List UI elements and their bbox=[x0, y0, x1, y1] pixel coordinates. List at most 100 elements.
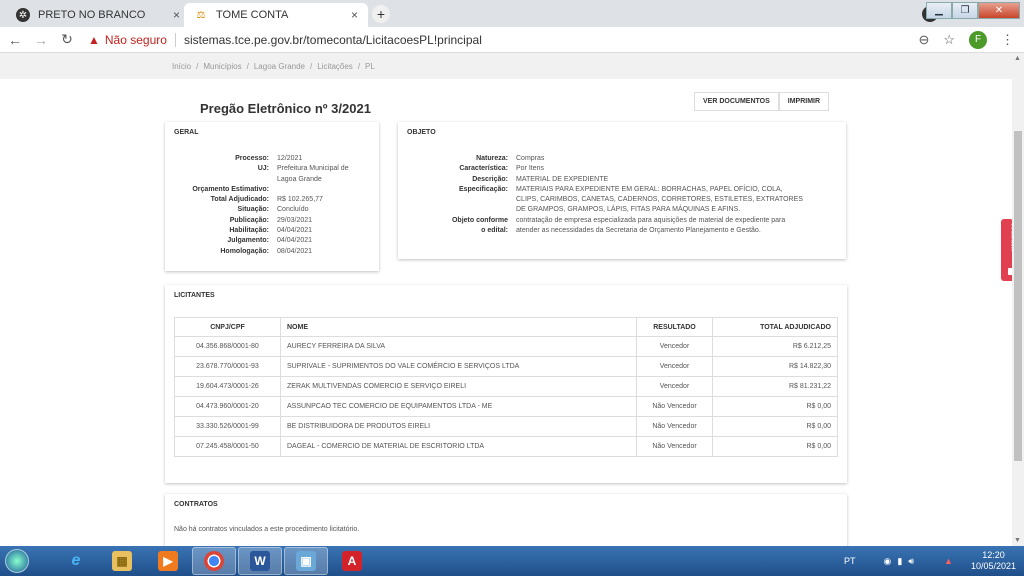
cnpj-cell: 23.678.770/0001-93 bbox=[174, 356, 281, 377]
clock[interactable]: 12:20 10/05/2021 bbox=[971, 550, 1016, 572]
table-row: 23.678.770/0001-93 SUPRIVALE - SUPRIMENT… bbox=[174, 356, 838, 377]
url-field[interactable]: sistemas.tce.pe.gov.br/tomeconta/Licitac… bbox=[184, 33, 482, 47]
column-header-resultado: RESULTADO bbox=[636, 317, 713, 337]
profile-avatar[interactable]: F bbox=[969, 31, 987, 49]
contratos-empty-text: Não há contratos vinculados a este proce… bbox=[174, 526, 360, 533]
scroll-down-icon[interactable]: ▼ bbox=[1014, 537, 1021, 544]
site-favicon-icon: ✲ bbox=[16, 8, 30, 22]
chrome-tray-icon[interactable]: ◉ bbox=[884, 556, 892, 567]
bookmark-star-icon[interactable]: ☆ bbox=[943, 32, 955, 48]
tab-close-icon[interactable]: × bbox=[351, 8, 358, 22]
address-bar: ← → ↻ ▲ Não seguro sistemas.tce.pe.gov.b… bbox=[0, 27, 1024, 53]
nome-cell: ASSUNPCAO TEC COMERCIO DE EQUIPAMENTOS L… bbox=[280, 396, 637, 417]
field-label: Processo: bbox=[235, 155, 269, 162]
site-favicon-icon: ⚖ bbox=[196, 9, 206, 21]
new-tab-button[interactable]: + bbox=[372, 5, 390, 23]
contratos-title: CONTRATOS bbox=[174, 501, 218, 508]
nome-cell: BE DISTRIBUIDORA DE PRODUTOS EIRELI bbox=[280, 416, 637, 437]
field-label: UJ: bbox=[257, 165, 269, 173]
geral-card: GERAL Processo: 12/2021 UJ: Prefeitura Mun… bbox=[165, 122, 379, 271]
forward-arrow-icon[interactable]: → bbox=[30, 32, 52, 48]
table-header-row: CNPJ/CPF NOME RESULTADO TOTAL ADJUDICADO bbox=[174, 317, 838, 337]
chrome-icon: ● bbox=[204, 551, 224, 571]
objeto-fields: Natureza: Compras Característica: Por Iten… bbox=[398, 154, 803, 236]
tab-close-icon[interactable]: × bbox=[173, 8, 180, 22]
taskbar-media-player[interactable]: ▶ bbox=[146, 547, 190, 575]
scrollbar-thumb[interactable] bbox=[1014, 131, 1022, 461]
field-row: Característica: Por Itens bbox=[398, 164, 803, 174]
clock-date: 10/05/2021 bbox=[970, 561, 1016, 571]
field-row: DE GRAMPOS, GRAMPOS, LÁPIS, FITAS PARA M… bbox=[398, 205, 803, 215]
column-header-nome: NOME bbox=[280, 317, 637, 337]
field-label: Homologação: bbox=[220, 247, 269, 255]
licitantes-title: LICITANTES bbox=[174, 292, 215, 299]
total-cell: R$ 0,00 bbox=[712, 436, 838, 457]
security-indicator[interactable]: ▲ Não seguro bbox=[88, 33, 167, 47]
field-row: Total Adjudicado: R$ 102.265,77 bbox=[165, 195, 349, 205]
restore-button[interactable]: ❐ bbox=[952, 2, 978, 19]
start-button[interactable] bbox=[0, 546, 34, 576]
breadcrumb-item[interactable]: Início bbox=[172, 62, 191, 71]
menu-icon[interactable]: ⋮ bbox=[1001, 32, 1014, 48]
geral-title: GERAL bbox=[174, 129, 199, 136]
page-scrollbar[interactable]: ▲ ▼ bbox=[1012, 53, 1024, 546]
print-button[interactable]: IMPRIMIR bbox=[778, 92, 830, 111]
breadcrumb-item[interactable]: Municípios bbox=[203, 62, 241, 71]
field-value: MATERIAL DE EXPEDIENTE bbox=[516, 175, 609, 183]
taskbar-pdf[interactable]: A bbox=[330, 547, 374, 575]
pdf-tray-icon[interactable]: ▲ bbox=[944, 556, 953, 566]
language-indicator[interactable]: PT bbox=[844, 556, 856, 566]
taskbar-word[interactable]: W bbox=[238, 547, 282, 575]
breadcrumb: Início / Municípios / Lagoa Grande / Lic… bbox=[0, 53, 1012, 79]
taskbar-chrome[interactable]: ● bbox=[192, 547, 236, 575]
field-value: MATERIAIS PARA EXPEDIENTE EM GERAL: BORR… bbox=[516, 185, 783, 193]
field-label bbox=[398, 205, 516, 215]
table-row: 19.604.473/0001-26 ZERAK MULTIVENDAS COM… bbox=[174, 376, 838, 397]
field-label: Orçamento Estimativo: bbox=[192, 185, 269, 193]
window-controls: ▁ ❐ ✕ bbox=[926, 2, 1020, 19]
breadcrumb-separator: / bbox=[310, 61, 313, 71]
field-row: Objeto conforme contratação de empresa es… bbox=[398, 216, 803, 226]
field-value: Lagoa Grande bbox=[277, 175, 322, 183]
total-cell: R$ 81.231,22 bbox=[712, 376, 838, 397]
zoom-icon[interactable]: ⊖ bbox=[918, 32, 929, 48]
breadcrumb-separator: / bbox=[196, 61, 199, 71]
tab-tome-conta[interactable]: ⚖ TOME CONTA × bbox=[184, 3, 368, 27]
cnpj-cell: 04.356.868/0001-80 bbox=[174, 336, 281, 357]
cnpj-cell: 33.330.526/0001-99 bbox=[174, 416, 281, 437]
windows-logo-icon bbox=[5, 549, 29, 573]
resultado-cell: Não Vencedor bbox=[636, 436, 713, 457]
minimize-button[interactable]: ▁ bbox=[926, 2, 952, 19]
field-row: o edital: atender as necessidades da Secr… bbox=[398, 226, 803, 236]
table-row: 07.245.458/0001-50 DAGEAL - COMERCIO DE … bbox=[174, 436, 838, 457]
field-label: Julgamento: bbox=[227, 237, 269, 245]
scroll-up-icon[interactable]: ▲ bbox=[1014, 55, 1021, 62]
total-cell: R$ 0,00 bbox=[712, 416, 838, 437]
reload-icon[interactable]: ↻ bbox=[56, 31, 78, 48]
taskbar-explorer[interactable]: ▦ bbox=[100, 547, 144, 575]
field-label: Publicação: bbox=[229, 216, 269, 224]
field-row: Lagoa Grande bbox=[165, 175, 349, 185]
breadcrumb-item[interactable]: Licitações bbox=[317, 62, 353, 71]
tab-preto-no-branco[interactable]: ✲ PRETO NO BRANCO × bbox=[6, 3, 190, 27]
page-title: Pregão Eletrônico nº 3/2021 bbox=[200, 101, 371, 116]
field-value: Por Itens bbox=[516, 165, 545, 173]
close-window-button[interactable]: ✕ bbox=[978, 2, 1020, 19]
back-arrow-icon[interactable]: ← bbox=[4, 32, 26, 48]
breadcrumb-item[interactable]: Lagoa Grande bbox=[254, 62, 305, 71]
table-row: 04.473.960/0001-20 ASSUNPCAO TEC COMERCI… bbox=[174, 396, 838, 417]
action-buttons: VER DOCUMENTOS IMPRIMIR bbox=[694, 92, 830, 111]
table-row: 33.330.526/0001-99 BE DISTRIBUIDORA DE P… bbox=[174, 416, 838, 437]
view-documents-button[interactable]: VER DOCUMENTOS bbox=[694, 92, 779, 111]
taskbar-ie[interactable]: e bbox=[54, 547, 98, 575]
resultado-cell: Não Vencedor bbox=[636, 416, 713, 437]
field-value: Concluído bbox=[277, 206, 309, 214]
media-player-icon: ▶ bbox=[158, 551, 178, 571]
objeto-card: OBJETO Natureza: Compras Característica: P… bbox=[398, 122, 846, 259]
browser-tab-bar: ✲ PRETO NO BRANCO × ⚖ TOME CONTA × + ● ▁… bbox=[0, 0, 1024, 27]
field-value: Prefeitura Municipal de bbox=[277, 165, 349, 173]
volume-icon[interactable]: 🔊︎ bbox=[908, 556, 914, 567]
taskbar-image-viewer[interactable]: ▣ bbox=[284, 547, 328, 575]
field-row: Processo: 12/2021 bbox=[165, 154, 349, 164]
network-icon[interactable]: ▮ bbox=[897, 556, 902, 567]
